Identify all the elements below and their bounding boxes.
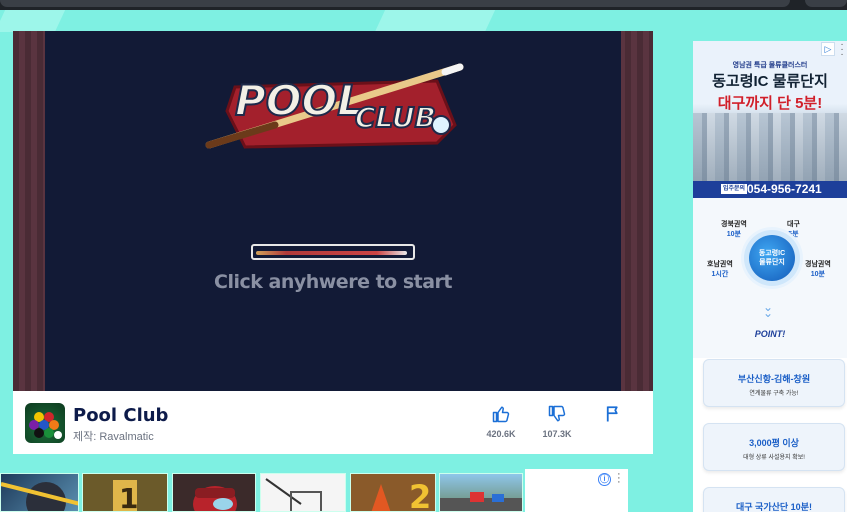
logo-word-pool: POOL	[235, 76, 364, 125]
ad-menu-icon[interactable]: · · ·	[837, 41, 847, 60]
ad-feature-card: 부산신항-김해-창원 연계물류 구축 가능!	[703, 359, 845, 407]
background-decoration	[374, 10, 496, 32]
game-canvas[interactable]: POOL CLUB Click anyhwere to start	[45, 31, 621, 391]
thumbs-up-icon	[492, 406, 510, 423]
ad-aerial-image	[693, 113, 847, 181]
ad-map-section: 경북권역 10분 대구 5분 호남권역 1시간 경남권역 10분 동고령IC 물류단지 …	[693, 198, 847, 358]
svg-text:1: 1	[119, 482, 138, 512]
loading-bar-fill	[256, 251, 407, 255]
small-ad-slot[interactable]: ⓘ · · ·	[525, 469, 628, 512]
loading-bar	[251, 244, 415, 260]
logo-word-club: CLUB	[355, 101, 436, 134]
region-label: 대구 5분	[787, 221, 800, 238]
background-decoration	[0, 10, 66, 32]
start-prompt: Click anyhwere to start	[214, 271, 452, 293]
report-button[interactable]	[593, 405, 633, 423]
ad-hub-circle: 동고령IC 물류단지	[749, 235, 795, 281]
game-icon[interactable]	[25, 403, 65, 443]
game-author[interactable]: 제작: Ravalmatic	[73, 428, 154, 444]
dislike-button[interactable]: 107.3K	[537, 405, 577, 439]
ad-phone-bar: 입주문의 054-956-7241	[693, 181, 847, 198]
sidebar-ad[interactable]: 영남권 특급 물류클러스터 동고령IC 물류단지 대구까지 단 5분! 입주문의…	[693, 41, 847, 512]
region-label: 경북권역 10분	[721, 221, 747, 238]
thumbs-down-icon	[548, 405, 566, 422]
toolbar-button-remnant	[805, 0, 847, 7]
flag-icon	[606, 406, 618, 422]
game-info-bar: Pool Club 제작: Ravalmatic 420.6K 107.3K	[13, 391, 653, 454]
ad-phone-number: 054-956-7241	[747, 182, 822, 196]
ad-feature-card: 3,000평 이상 대형 상류 사설용지 확보!	[703, 423, 845, 471]
like-button[interactable]: 420.6K	[481, 405, 521, 439]
ad-banner-top[interactable]: 영남권 특급 물류클러스터 동고령IC 물류단지 대구까지 단 5분! 입주문의…	[693, 41, 847, 198]
browser-top-strip	[0, 0, 847, 10]
svg-text:2: 2	[409, 478, 431, 512]
ad-choices-icon[interactable]: ▷	[821, 42, 835, 56]
ad-small-line: 영남권 특급 물류클러스터	[732, 62, 808, 69]
game-frame[interactable]: POOL CLUB Click anyhwere to start	[13, 31, 653, 391]
ad-feature-card: 대구 국가산단 10분!	[703, 487, 845, 512]
related-game-thumb[interactable]: 1	[82, 473, 168, 512]
ad-headline-1: 동고령IC 물류단지	[712, 73, 828, 90]
region-label: 경남권역 10분	[805, 261, 831, 278]
region-label: 호남권역 1시간	[707, 261, 733, 278]
related-games-row: 1 2	[0, 473, 525, 512]
related-game-thumb[interactable]	[439, 473, 523, 512]
related-game-thumb[interactable]	[0, 473, 79, 512]
related-game-thumb[interactable]	[260, 473, 346, 512]
ad-info-icon[interactable]: ⓘ	[598, 473, 611, 486]
related-game-thumb[interactable]: 2	[350, 473, 436, 512]
chevron-down-icon: ⌄ ⌄	[763, 300, 774, 320]
game-title: Pool Club	[73, 405, 169, 426]
ad-menu-icon[interactable]: · · ·	[617, 469, 621, 488]
like-count: 420.6K	[486, 429, 516, 439]
address-bar-remnant	[0, 0, 790, 7]
ad-headline-2: 대구까지 단 5분!	[717, 95, 823, 112]
ad-point-label: POINT!	[754, 329, 786, 339]
ad-phone-tag: 입주문의	[721, 184, 748, 194]
dislike-count: 107.3K	[542, 429, 572, 439]
related-game-thumb[interactable]	[172, 473, 256, 512]
pool-club-logo: POOL CLUB	[205, 63, 464, 149]
